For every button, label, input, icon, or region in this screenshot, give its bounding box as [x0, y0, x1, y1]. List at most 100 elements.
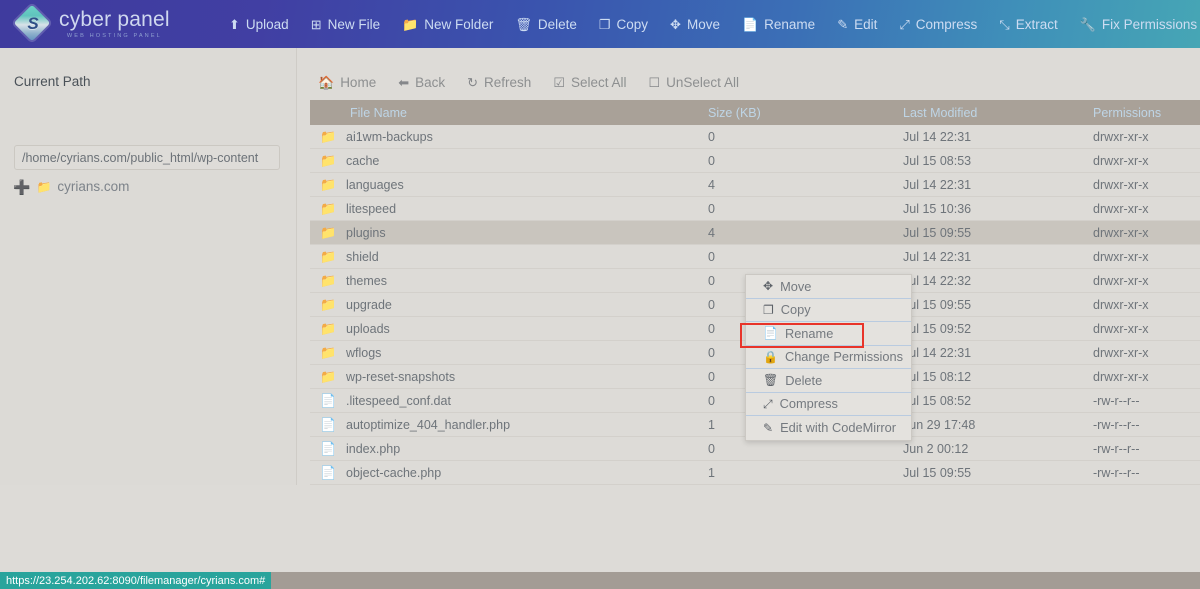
- cell-permissions: -rw-r--r--: [1093, 393, 1140, 408]
- action-refresh[interactable]: ↻ Refresh: [467, 75, 531, 90]
- nav-item-copy[interactable]: ❐ Copy: [588, 11, 659, 38]
- nav-item-label: Move: [686, 16, 720, 32]
- file-icon: 📄: [320, 441, 337, 456]
- cell-last-modified: Jul 15 08:12: [903, 369, 972, 384]
- table-row[interactable]: 📁 cache 0 Jul 15 08:53 drwxr-xr-x: [310, 149, 1200, 173]
- file-name-label: upgrade: [346, 297, 392, 312]
- brand-name: cyber panel: [59, 7, 170, 31]
- table-row[interactable]: 📁 languages 4 Jul 14 22:31 drwxr-xr-x: [310, 173, 1200, 197]
- wrench-icon: 🔧: [1079, 16, 1096, 32]
- cyberpanel-logo-icon: S: [13, 4, 51, 42]
- compress-icon: ⤢: [763, 396, 773, 411]
- file-name-label: object-cache.php: [346, 465, 442, 480]
- context-menu-item-change-permissions[interactable]: 🔒 Change Permissions: [746, 346, 911, 369]
- context-menu-item-delete[interactable]: 🗑 Delete: [746, 369, 911, 393]
- action-unselect-all[interactable]: ☐ UnSelect All: [649, 75, 739, 90]
- file-name-label: cache: [346, 153, 380, 168]
- cell-file-name: 📁 shield: [310, 250, 708, 264]
- column-header-size[interactable]: Size (KB): [708, 106, 903, 120]
- cell-last-modified: Jul 15 09:55: [903, 465, 972, 480]
- expand-plus-icon[interactable]: ➕: [13, 180, 30, 194]
- cell-last-modified: Jul 15 10:36: [903, 201, 972, 216]
- action-home[interactable]: 🏠 Home: [318, 75, 376, 90]
- folder-icon: 📁: [320, 201, 337, 216]
- nav-item-label: Delete: [537, 16, 577, 32]
- context-menu-item-edit-with-codemirror[interactable]: ✎ Edit with CodeMirror: [746, 416, 911, 440]
- cell-file-name: 📁 ai1wm-backups: [310, 130, 708, 144]
- nav-item-extract[interactable]: ⤡ Extract: [988, 11, 1068, 38]
- nav-item-delete[interactable]: 🗑 Delete: [504, 11, 588, 38]
- top-navigation-bar: S cyber panel WEB HOSTING PANEL ⬆ Upload ⊞…: [0, 0, 1200, 48]
- nav-item-edit[interactable]: ✎ Edit: [826, 11, 888, 38]
- cell-last-modified: Jul 15 09:55: [903, 297, 972, 312]
- file-name-label: plugins: [346, 225, 386, 240]
- context-menu-item-move[interactable]: ✥ Move: [746, 275, 911, 299]
- extract-icon: ⤡: [999, 16, 1010, 32]
- context-menu-item-rename[interactable]: 📄 Rename: [746, 322, 911, 346]
- cell-permissions: drwxr-xr-x: [1093, 153, 1149, 168]
- folder-icon: 📁: [320, 177, 337, 192]
- table-row[interactable]: 📄 object-cache.php 1 Jul 15 09:55 -rw-r--r--: [310, 461, 1200, 485]
- cell-last-modified: Jun 29 17:48: [903, 417, 976, 432]
- action-label: Select All: [570, 74, 627, 90]
- table-row[interactable]: 📁 ai1wm-backups 0 Jul 14 22:31 drwxr-xr-x: [310, 125, 1200, 149]
- nav-item-compress[interactable]: ⤢ Compress: [888, 11, 988, 38]
- upload-icon: ⬆: [229, 16, 240, 32]
- folder-icon: 📁: [320, 249, 337, 264]
- checkbox-empty-icon: ☐: [648, 74, 661, 90]
- cell-last-modified: Jul 14 22:31: [903, 177, 972, 192]
- cell-size: 0: [708, 201, 715, 216]
- action-label: Refresh: [484, 74, 532, 90]
- action-back[interactable]: ⬅ Back: [398, 75, 445, 90]
- main-content: 🏠 Home ⬅ Back ↻ Refresh ☑ Select All ☐ UnSelect A…: [298, 48, 1200, 501]
- context-menu-item-copy[interactable]: ❐ Copy: [746, 299, 911, 322]
- logo-bolt-glyph: S: [27, 14, 39, 33]
- sidebar-panel: Current Path ➕ 📁 cyrians.com: [0, 48, 297, 485]
- nav-item-label: Upload: [245, 16, 289, 32]
- refresh-icon: ↻: [467, 74, 479, 90]
- table-row[interactable]: 📄 index.php 0 Jun 2 00:12 -rw-r--r--: [310, 437, 1200, 461]
- nav-item-new-file[interactable]: ⊞ New File: [300, 11, 391, 38]
- nav-item-fix-permissions[interactable]: 🔧 Fix Permissions: [1069, 11, 1200, 38]
- nav-item-label: New File: [327, 16, 381, 32]
- current-path-label: Current Path: [14, 74, 91, 89]
- sidebar-tree-item-cyrians[interactable]: ➕ 📁 cyrians.com: [13, 179, 129, 194]
- move-icon: ✥: [670, 16, 681, 32]
- table-row[interactable]: 📁 litespeed 0 Jul 15 10:36 drwxr-xr-x: [310, 197, 1200, 221]
- nav-item-label: Copy: [616, 16, 649, 32]
- action-select-all[interactable]: ☑ Select All: [553, 75, 626, 90]
- folder-icon: 📁: [320, 273, 337, 288]
- rename-document-icon: 📄: [741, 16, 759, 32]
- current-path-input[interactable]: [14, 145, 280, 170]
- cell-last-modified: Jul 15 08:53: [903, 153, 972, 168]
- cell-file-name: 📁 themes: [310, 274, 708, 288]
- table-row[interactable]: 📁 plugins 4 Jul 15 09:55 drwxr-xr-x: [310, 221, 1200, 245]
- folder-icon: 📁: [320, 345, 337, 360]
- home-icon: 🏠: [318, 74, 335, 90]
- nav-item-move[interactable]: ✥ Move: [659, 11, 731, 38]
- cell-last-modified: Jul 14 22:31: [903, 249, 972, 264]
- nav-item-new-folder[interactable]: 📁 New Folder: [391, 11, 504, 38]
- nav-item-rename[interactable]: 📄 Rename: [731, 11, 826, 38]
- edit-pencil-icon: ✎: [837, 16, 849, 32]
- nav-item-upload[interactable]: ⬆ Upload: [218, 11, 300, 38]
- context-menu-item-label: Move: [780, 278, 812, 294]
- cell-permissions: drwxr-xr-x: [1093, 129, 1149, 144]
- copy-icon: ❐: [598, 16, 611, 32]
- column-header-file-name[interactable]: File Name: [310, 106, 708, 120]
- new-file-icon: ⊞: [310, 16, 322, 32]
- status-bar-url: https://23.254.202.62:8090/filemanager/c…: [0, 572, 272, 589]
- cell-file-name: 📄 .litespeed_conf.dat: [310, 394, 708, 408]
- file-name-label: uploads: [346, 321, 390, 336]
- brand-logo[interactable]: S cyber panel WEB HOSTING PANEL: [13, 4, 206, 42]
- cell-size: 0: [708, 441, 715, 456]
- cell-permissions: drwxr-xr-x: [1093, 177, 1149, 192]
- table-row[interactable]: 📁 shield 0 Jul 14 22:31 drwxr-xr-x: [310, 245, 1200, 269]
- context-menu: ✥ Move ❐ Copy 📄 Rename 🔒 Change Permissions 🗑 Del…: [745, 274, 912, 441]
- action-label: UnSelect All: [666, 74, 739, 90]
- context-menu-item-compress[interactable]: ⤢ Compress: [746, 393, 911, 416]
- folder-icon: 📁: [320, 321, 337, 336]
- column-header-last-modified[interactable]: Last Modified: [903, 106, 1093, 120]
- column-header-permissions[interactable]: Permissions: [1093, 106, 1200, 120]
- nav-item-label: New Folder: [424, 16, 494, 32]
